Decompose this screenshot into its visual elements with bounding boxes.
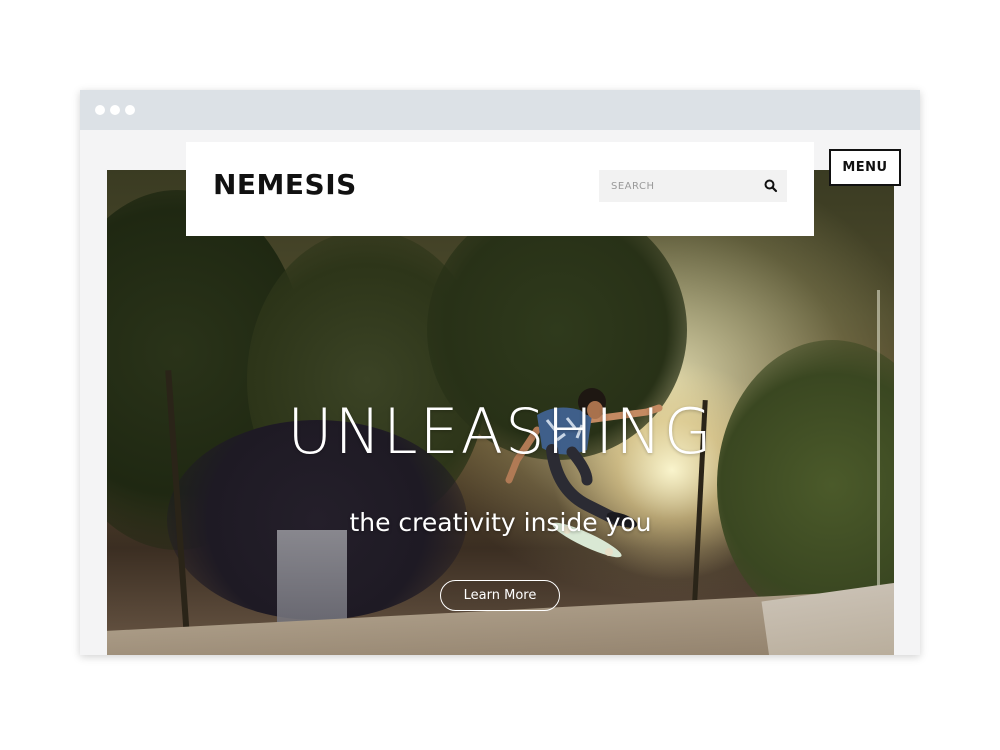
search-box <box>599 170 787 202</box>
learn-more-button[interactable]: Learn More <box>440 580 560 611</box>
window-dot-icon[interactable] <box>110 105 120 115</box>
browser-window: UNLEASHING the creativity inside you Lea… <box>80 90 920 655</box>
search-icon[interactable] <box>763 178 779 194</box>
browser-titlebar <box>80 90 920 130</box>
hero-subtitle: the creativity inside you <box>349 508 652 537</box>
menu-button[interactable]: MENU <box>829 149 901 186</box>
search-input[interactable] <box>599 170 749 202</box>
hero-banner: UNLEASHING the creativity inside you Lea… <box>107 170 894 655</box>
window-dot-icon[interactable] <box>125 105 135 115</box>
site-header: NEMESIS <box>186 142 814 236</box>
window-dot-icon[interactable] <box>95 105 105 115</box>
hero-title: UNLEASHING <box>287 395 714 468</box>
site-logo[interactable]: NEMESIS <box>213 168 357 201</box>
